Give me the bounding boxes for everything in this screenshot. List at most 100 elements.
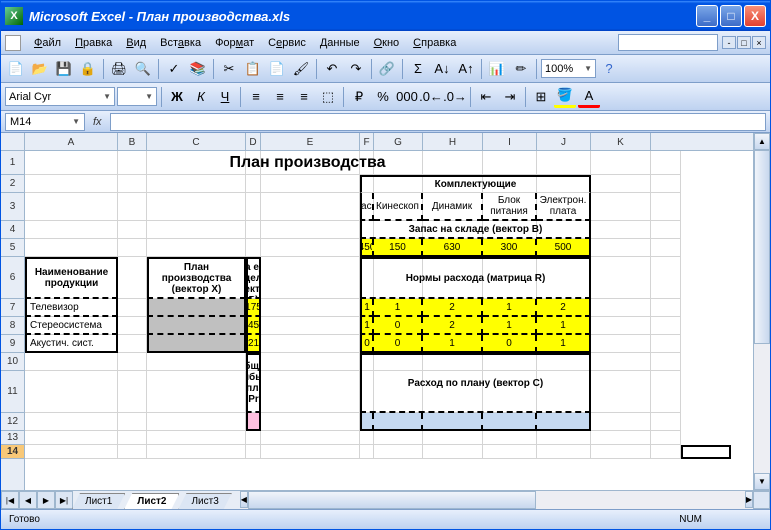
select-all-corner[interactable]: [1, 133, 25, 151]
row-header-9[interactable]: 9: [1, 335, 24, 353]
row-header-2[interactable]: 2: [1, 175, 24, 193]
col-header-E[interactable]: E: [261, 133, 360, 151]
sort-asc-icon[interactable]: A↓: [431, 58, 453, 80]
matrix-2-0[interactable]: 0: [360, 335, 374, 353]
plan-val-0[interactable]: [147, 299, 246, 317]
formula-bar[interactable]: [110, 113, 766, 131]
col-header-J[interactable]: J: [537, 133, 591, 151]
row-header-4[interactable]: 4: [1, 221, 24, 239]
tab-last-button[interactable]: ▶|: [55, 491, 73, 509]
total-profit-value[interactable]: [246, 413, 261, 431]
help-icon[interactable]: ?: [598, 58, 620, 80]
row-header-10[interactable]: 10: [1, 353, 24, 371]
stock-1[interactable]: 150: [374, 239, 423, 257]
save-icon[interactable]: 💾: [53, 58, 75, 80]
matrix-0-1[interactable]: 1: [374, 299, 423, 317]
expense-0[interactable]: [360, 413, 374, 431]
stock-3[interactable]: 300: [483, 239, 537, 257]
matrix-0-0[interactable]: 1: [360, 299, 374, 317]
stock-0[interactable]: 450: [360, 239, 374, 257]
expense-4[interactable]: [537, 413, 591, 431]
scroll-left-button[interactable]: ◀: [240, 491, 248, 508]
font-color-icon[interactable]: A: [578, 86, 600, 108]
merge-icon[interactable]: ⬚: [317, 86, 339, 108]
component-4[interactable]: Электрон. плата: [537, 193, 591, 221]
increase-decimal-icon[interactable]: .0←: [420, 86, 442, 108]
paste-icon[interactable]: 📄: [266, 58, 288, 80]
menu-format[interactable]: Формат: [208, 35, 261, 51]
col-header-F[interactable]: F: [360, 133, 374, 151]
row-header-6[interactable]: 6: [1, 257, 24, 299]
sheet-tab-0[interactable]: Лист1: [72, 493, 125, 509]
matrix-2-2[interactable]: 1: [423, 335, 483, 353]
col-header-H[interactable]: H: [423, 133, 483, 151]
matrix-1-4[interactable]: 1: [537, 317, 591, 335]
components-header[interactable]: Комплектующие: [360, 175, 591, 193]
decrease-decimal-icon[interactable]: .0→: [444, 86, 466, 108]
matrix-1-1[interactable]: 0: [374, 317, 423, 335]
autosum-icon[interactable]: Σ: [407, 58, 429, 80]
hyperlink-icon[interactable]: 🔗: [376, 58, 398, 80]
copy-icon[interactable]: 📋: [242, 58, 264, 80]
underline-icon[interactable]: Ч: [214, 86, 236, 108]
norms-header[interactable]: Нормы расхода (матрица R): [360, 257, 591, 299]
bold-icon[interactable]: Ж: [166, 86, 188, 108]
redo-icon[interactable]: ↷: [345, 58, 367, 80]
matrix-1-0[interactable]: 1: [360, 317, 374, 335]
sheet-tab-1[interactable]: Лист2: [124, 493, 179, 509]
size-select[interactable]: ▼: [117, 87, 157, 106]
tab-next-button[interactable]: ▶: [37, 491, 55, 509]
row-header-13[interactable]: 13: [1, 431, 24, 445]
zoom-select[interactable]: 100%▼: [541, 59, 596, 78]
plan-val-1[interactable]: [147, 317, 246, 335]
scroll-thumb-v[interactable]: [754, 150, 770, 344]
component-1[interactable]: Кинескоп: [374, 193, 423, 221]
matrix-0-3[interactable]: 1: [483, 299, 537, 317]
cut-icon[interactable]: ✂: [218, 58, 240, 80]
row-header-7[interactable]: 7: [1, 299, 24, 317]
scroll-up-button[interactable]: ▲: [754, 133, 770, 150]
matrix-2-4[interactable]: 1: [537, 335, 591, 353]
expense-1[interactable]: [374, 413, 423, 431]
drawing-icon[interactable]: ✏: [510, 58, 532, 80]
row-header-5[interactable]: 5: [1, 239, 24, 257]
menu-insert[interactable]: Вставка: [153, 35, 208, 51]
menu-file[interactable]: Файл: [27, 35, 68, 51]
menu-data[interactable]: Данные: [313, 35, 367, 51]
mdi-close[interactable]: ×: [752, 36, 766, 49]
menu-help[interactable]: Справка: [406, 35, 463, 51]
tab-prev-button[interactable]: ◀: [19, 491, 37, 509]
product-0[interactable]: Телевизор: [25, 299, 118, 317]
plan-val-2[interactable]: [147, 335, 246, 353]
main-title[interactable]: План производства: [25, 151, 591, 175]
col-header-C[interactable]: C: [147, 133, 246, 151]
col-header-K[interactable]: K: [591, 133, 651, 151]
col-header-A[interactable]: A: [25, 133, 118, 151]
spelling-icon[interactable]: ✓: [163, 58, 185, 80]
expense-header[interactable]: Расход по плану (вектор C): [360, 353, 591, 413]
percent-icon[interactable]: %: [372, 86, 394, 108]
sheet-tab-2[interactable]: Лист3: [178, 493, 231, 509]
preview-icon[interactable]: 🔍: [132, 58, 154, 80]
research-icon[interactable]: 📚: [187, 58, 209, 80]
increase-indent-icon[interactable]: ⇥: [499, 86, 521, 108]
profit-0[interactable]: 175: [246, 299, 261, 317]
chart-icon[interactable]: 📊: [486, 58, 508, 80]
font-select[interactable]: Arial Cyr▼: [5, 87, 115, 106]
sort-desc-icon[interactable]: A↑: [455, 58, 477, 80]
component-3[interactable]: Блок питания: [483, 193, 537, 221]
scroll-right-button[interactable]: ▶: [745, 491, 753, 508]
row-header-12[interactable]: 12: [1, 413, 24, 431]
total-profit-header[interactable]: Общая прибыль по плану (Pr): [246, 353, 261, 413]
profit-header[interactable]: Прибыль на ед. изделия (вектор P): [246, 257, 261, 299]
row-header-1[interactable]: 1: [1, 151, 24, 175]
decrease-indent-icon[interactable]: ⇤: [475, 86, 497, 108]
plan-header[interactable]: План производства (вектор X): [147, 257, 246, 299]
italic-icon[interactable]: К: [190, 86, 212, 108]
matrix-2-1[interactable]: 0: [374, 335, 423, 353]
format-painter-icon[interactable]: 🖌: [290, 58, 312, 80]
currency-icon[interactable]: ₽: [348, 86, 370, 108]
profit-2[interactable]: 21: [246, 335, 261, 353]
scroll-track-h[interactable]: [248, 491, 745, 509]
name-header[interactable]: Наименование продукции: [25, 257, 118, 299]
